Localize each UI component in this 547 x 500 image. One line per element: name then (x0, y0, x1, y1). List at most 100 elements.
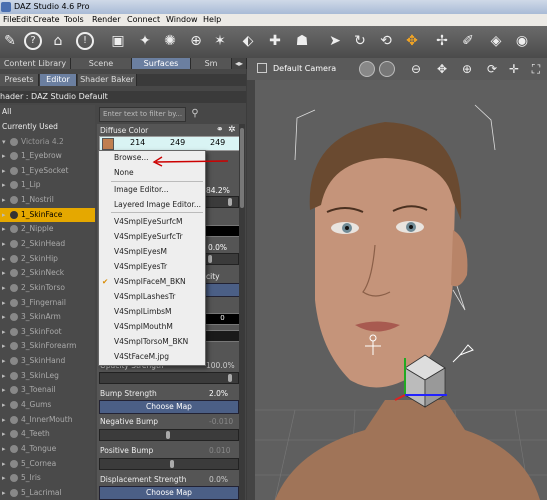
bump-choose-map-button[interactable]: Choose Map (99, 400, 239, 414)
menu-item[interactable]: V4SmplEyesM (99, 245, 205, 259)
list-item-surface[interactable]: ▸ 2_SkinNeck (0, 266, 95, 280)
expand-arrow-icon[interactable]: ▸ (2, 369, 6, 383)
rotate-camera-icon[interactable]: ⟳ (483, 60, 501, 78)
expand-arrow-icon[interactable]: ▸ (2, 310, 6, 324)
pose-icon[interactable]: ✚ (265, 31, 285, 51)
expand-arrow-icon[interactable]: ▸ (2, 149, 6, 163)
list-item-surface[interactable]: ▸ 4_InnerMouth (0, 413, 95, 427)
list-item-surface[interactable]: ▸ 3_Toenail (0, 383, 95, 397)
expand-arrow-icon[interactable]: ▸ (2, 427, 6, 441)
menu-edit[interactable]: Edit (16, 14, 32, 26)
menu-help[interactable]: Help (203, 14, 221, 26)
viewport-menu-icon[interactable] (257, 63, 267, 73)
menu-item[interactable]: Image Editor... (99, 183, 205, 197)
camera-view-icon[interactable] (359, 61, 375, 77)
prop-value-3[interactable]: 0 (205, 313, 240, 325)
filter-input[interactable]: Enter text to filter by... (99, 107, 186, 122)
select-icon[interactable]: ➤ (325, 31, 345, 51)
negative-bump-slider[interactable] (99, 429, 239, 441)
list-item-surface[interactable]: ▸ 5_Cornea (0, 457, 95, 471)
properties-scrollbar[interactable] (239, 124, 245, 500)
expand-arrow-icon[interactable]: ▸ (2, 471, 6, 485)
color-field-1[interactable] (205, 225, 240, 237)
wand-icon[interactable]: ✦ (135, 31, 155, 51)
menu-connect[interactable]: Connect (127, 14, 160, 26)
light-icon[interactable]: ✺ (160, 31, 180, 51)
search-icon[interactable]: ⚲ (188, 107, 202, 120)
color-field-2[interactable] (205, 330, 240, 342)
help-icon[interactable]: ? (24, 32, 42, 50)
expand-arrow-icon[interactable]: ▸ (2, 457, 6, 471)
tab-shader-baker[interactable]: Shader Baker (78, 74, 137, 86)
list-item-surface[interactable]: ▸ 3_SkinLeg (0, 369, 95, 383)
diffuse-color-swatch[interactable]: 214 249 249 (99, 136, 241, 151)
menu-file[interactable]: File (3, 14, 16, 26)
camera-select[interactable]: Default Camera (273, 64, 336, 73)
list-item-surface[interactable]: ▸ 1_EyeSocket (0, 164, 95, 178)
positive-bump-slider[interactable] (99, 458, 239, 470)
list-item-figure[interactable]: ▾ Victoria 4.2 (0, 135, 95, 149)
list-item-surface[interactable]: ▸ 3_SkinArm (0, 310, 95, 324)
list-item-surface[interactable]: ▸ 1_Nostril (0, 193, 95, 207)
link-icon[interactable]: ⚭ (216, 125, 224, 135)
list-item-surface[interactable]: ▸ 1_Eyebrow (0, 149, 95, 163)
tab-scene[interactable]: Scene (71, 58, 132, 69)
tab-scroll-arrows[interactable]: ◂▸ (232, 58, 247, 69)
expand-arrow-icon[interactable]: ▸ (2, 222, 6, 236)
expand-arrow-icon[interactable]: ▸ (2, 413, 6, 427)
info-icon[interactable]: ! (76, 32, 94, 50)
expand-arrow-icon[interactable]: ▸ (2, 325, 6, 339)
texture-thumbnail[interactable] (102, 138, 114, 150)
list-item-currently-used[interactable]: Currently Used (0, 120, 95, 134)
draw-style-icon[interactable] (379, 61, 395, 77)
list-item-surface[interactable]: ▸ 2_Nipple (0, 222, 95, 236)
list-item-surface[interactable]: ▸ 2_SkinHip (0, 252, 95, 266)
expand-arrow-icon[interactable]: ▸ (2, 296, 6, 310)
tab-content-library[interactable]: Content Library (0, 58, 71, 69)
move-icon[interactable]: ✥ (402, 31, 422, 51)
menu-render[interactable]: Render (92, 14, 120, 26)
menu-item[interactable]: V4SmplLashesTr (99, 290, 205, 304)
menu-item[interactable]: ✔ V4SmplFaceM_BKN (99, 275, 205, 289)
surface-icon[interactable]: ◉ (512, 31, 532, 51)
expand-arrow-icon[interactable]: ▸ (2, 193, 6, 207)
menu-item[interactable]: V4SmplTorsoM_BKN (99, 335, 205, 349)
list-item-surface[interactable]: ▸ 3_SkinHand (0, 354, 95, 368)
list-item-surface[interactable]: ▸ 4_Gums (0, 398, 95, 412)
menu-item[interactable]: V4SmplEyesTr (99, 260, 205, 274)
menu-item[interactable]: Layered Image Editor... (99, 198, 205, 212)
frame-icon[interactable]: ⛶ (527, 60, 545, 78)
prop-slider-1[interactable] (205, 196, 239, 208)
opacity-strength-slider[interactable] (99, 372, 239, 384)
expand-arrow-icon[interactable]: ▸ (2, 164, 6, 178)
prop-slider-2[interactable] (205, 253, 239, 265)
brush-icon[interactable]: ✐ (458, 31, 478, 51)
scrollbar-thumb[interactable] (240, 128, 244, 208)
list-item-surface[interactable]: ▸ 4_Teeth (0, 427, 95, 441)
camera-icon[interactable]: ▣ (108, 31, 128, 51)
pan-camera-icon[interactable]: ✥ (433, 60, 451, 78)
node-icon[interactable]: ⬖ (238, 31, 258, 51)
star-icon[interactable]: ✶ (210, 31, 230, 51)
expand-arrow-icon[interactable]: ▸ (2, 281, 6, 295)
list-item-surface[interactable]: ▸ 5_Lacrimal (0, 486, 95, 500)
menu-item[interactable]: V4SmplEyeSurfcM (99, 215, 205, 229)
spot-icon[interactable]: ⊕ (186, 31, 206, 51)
list-item-surface[interactable]: ▸ 3_SkinForearm (0, 339, 95, 353)
tab-editor[interactable]: Editor (40, 74, 77, 86)
tab-presets[interactable]: Presets (0, 74, 39, 86)
orbit-icon[interactable]: ⟲ (376, 31, 396, 51)
list-item-all[interactable]: All (0, 105, 95, 119)
gear-icon[interactable]: ✲ (228, 125, 236, 135)
expand-arrow-icon[interactable]: ▸ (2, 486, 6, 500)
expand-arrow-icon[interactable]: ▸ (2, 237, 6, 251)
3d-viewport[interactable] (255, 80, 547, 500)
list-item-surface[interactable]: ▸ 3_SkinFoot (0, 325, 95, 339)
choose-map-partial[interactable] (205, 283, 240, 297)
menu-item[interactable]: V4StFaceM.jpg (99, 350, 205, 364)
list-item-surface[interactable]: ▸ 5_Iris (0, 471, 95, 485)
figure-icon[interactable]: ☗ (292, 31, 312, 51)
menu-item[interactable]: V4SmplLimbsM (99, 305, 205, 319)
home-icon[interactable]: ⌂ (48, 31, 68, 51)
list-item-surface[interactable]: ▸ 2_SkinTorso (0, 281, 95, 295)
